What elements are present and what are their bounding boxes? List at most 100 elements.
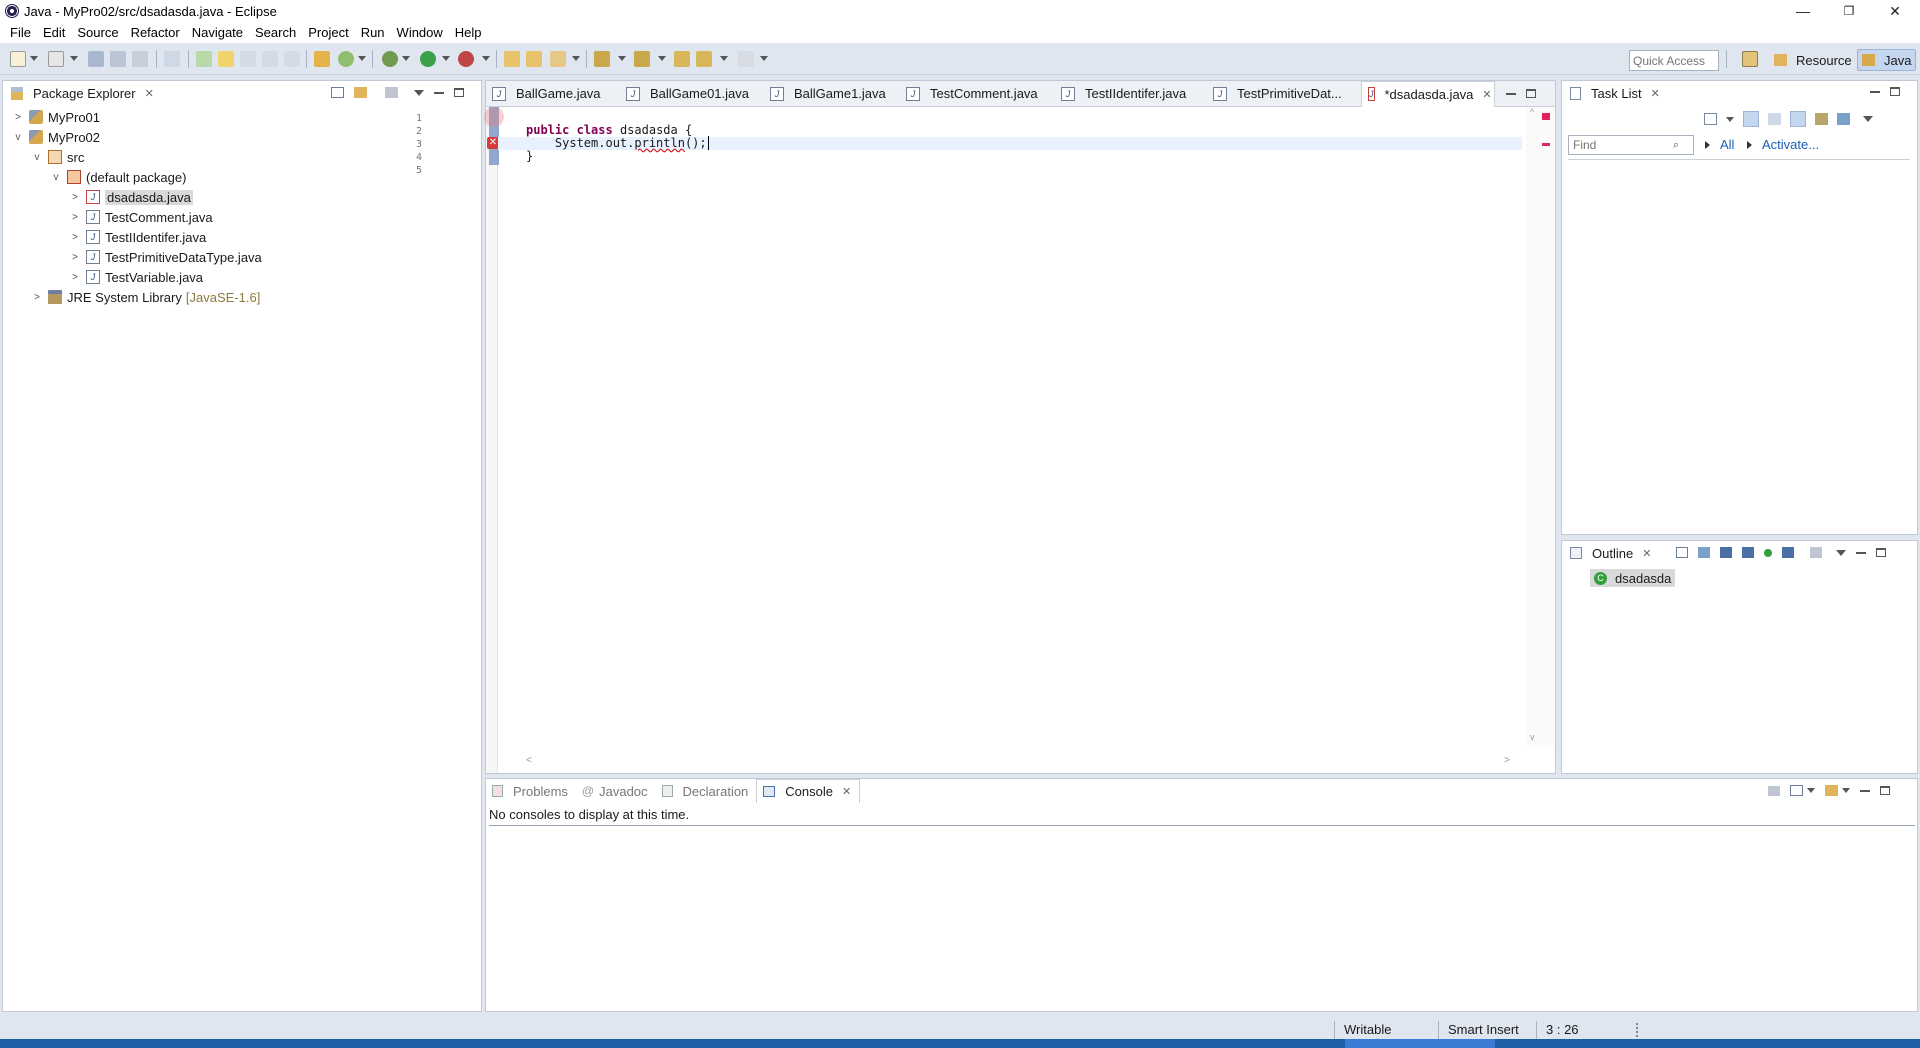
tree-item-jre-system-library[interactable]: > JRE System Library [JavaSE-1.6] — [32, 288, 260, 306]
tab-dsadasda-java[interactable]: J *dsadasda.java ✕ — [1361, 80, 1495, 107]
tab-package-explorer[interactable]: Package Explorer ✕ — [3, 82, 162, 104]
restore-window-button[interactable]: ❐ — [1826, 0, 1872, 22]
menu-navigate[interactable]: Navigate — [186, 25, 249, 40]
close-icon[interactable]: ✕ — [145, 87, 154, 100]
open-task-icon[interactable] — [196, 51, 212, 67]
block-selection-icon[interactable] — [240, 51, 256, 67]
tree-item-testvariable-java[interactable]: > J TestVariable.java — [70, 268, 203, 286]
maximize-icon[interactable] — [1890, 87, 1900, 96]
menu-run[interactable]: Run — [355, 25, 391, 40]
focus-on-task-icon[interactable] — [385, 87, 398, 98]
hide-local-types-icon[interactable] — [1782, 547, 1794, 558]
tab-outline[interactable]: Outline ✕ — [1562, 542, 1659, 564]
find-input[interactable] — [1573, 138, 1673, 152]
all-link[interactable]: All — [1720, 137, 1734, 152]
menu-edit[interactable]: Edit — [37, 25, 71, 40]
error-summary-icon[interactable] — [1542, 113, 1550, 120]
previous-annotation-icon[interactable] — [634, 51, 650, 67]
collapse-icon[interactable]: v — [32, 152, 42, 163]
focus-on-task-icon[interactable] — [1810, 547, 1822, 558]
search-dropdown-icon[interactable] — [572, 56, 580, 61]
run-dropdown-icon[interactable] — [442, 56, 450, 61]
new-class-dropdown-icon[interactable] — [358, 56, 366, 61]
external-tools-dropdown-icon[interactable] — [482, 56, 490, 61]
taskbar-active-item[interactable] — [1345, 1039, 1495, 1048]
hide-completed-icon[interactable] — [1790, 111, 1806, 127]
close-icon[interactable]: ✕ — [842, 785, 851, 798]
tab-console[interactable]: Console ✕ — [756, 779, 861, 803]
tree-item-testiidentifer-java[interactable]: > J TestIIdentifer.java — [70, 228, 206, 246]
skip-breakpoints-icon[interactable] — [164, 51, 180, 67]
close-icon[interactable]: ✕ — [1651, 87, 1660, 100]
collapse-all-tasks-icon[interactable] — [1837, 113, 1850, 125]
open-folder-icon[interactable] — [504, 51, 520, 67]
minimize-icon[interactable] — [434, 91, 444, 94]
new-task-icon[interactable] — [1704, 113, 1717, 125]
expand-icon[interactable]: > — [13, 112, 23, 123]
expand-icon[interactable]: > — [70, 212, 80, 223]
maximize-icon[interactable] — [454, 88, 464, 97]
last-edit-location-icon[interactable] — [674, 51, 690, 67]
open-folder-2-icon[interactable] — [526, 51, 542, 67]
menu-help[interactable]: Help — [449, 25, 488, 40]
tree-item-mypro01[interactable]: > MyPro01 — [13, 108, 100, 126]
view-menu-icon[interactable] — [1836, 549, 1846, 556]
scroll-up-icon[interactable]: ^ — [1530, 107, 1534, 117]
forward-dropdown-icon[interactable] — [760, 56, 768, 61]
sort-icon[interactable] — [1698, 547, 1710, 558]
save-icon[interactable] — [88, 51, 104, 67]
save-all-icon[interactable] — [110, 51, 126, 67]
maximize-icon[interactable] — [1876, 548, 1886, 557]
tab-ballgame01-java[interactable]: J BallGame01.java — [620, 82, 764, 106]
activate-filter[interactable]: Activate... — [1747, 137, 1819, 152]
collapse-all-icon[interactable] — [1676, 547, 1688, 558]
tree-item-mypro02[interactable]: v MyPro02 — [13, 128, 101, 146]
minimize-icon[interactable] — [1856, 551, 1866, 554]
menu-file[interactable]: File — [4, 25, 37, 40]
error-marker-icon[interactable] — [1542, 143, 1550, 146]
hide-non-public-icon[interactable] — [1764, 548, 1772, 557]
back-icon[interactable] — [696, 51, 712, 67]
tab-javadoc[interactable]: @ Javadoc — [576, 780, 656, 802]
code-line-4[interactable]: } — [526, 150, 533, 163]
horizontal-scrollbar[interactable]: < > — [526, 755, 1516, 769]
status-resize-handle[interactable] — [1636, 1023, 1638, 1037]
java-perspective-button[interactable]: Java — [1857, 49, 1917, 71]
tab-ballgame1-java[interactable]: J BallGame1.java — [764, 82, 900, 106]
hide-static-icon[interactable] — [1742, 547, 1754, 558]
maximize-icon[interactable] — [1526, 89, 1536, 98]
menu-window[interactable]: Window — [391, 25, 449, 40]
tab-testprimitivedatatype-java[interactable]: J TestPrimitiveDat... — [1207, 82, 1361, 106]
tab-declaration[interactable]: Declaration — [656, 780, 757, 802]
resource-perspective-button[interactable]: Resource — [1770, 49, 1856, 71]
tab-problems[interactable]: Problems — [486, 780, 576, 802]
minimize-icon[interactable] — [1860, 789, 1870, 792]
collapse-icon[interactable]: v — [13, 132, 23, 143]
view-menu-icon[interactable] — [414, 89, 424, 96]
search-flashlight-icon[interactable] — [550, 51, 566, 67]
debug-dropdown-icon[interactable] — [402, 56, 410, 61]
mark-occurrences-icon[interactable] — [218, 51, 234, 67]
tree-item-src[interactable]: v src — [32, 148, 85, 166]
menu-refactor[interactable]: Refactor — [125, 25, 186, 40]
show-whitespace-icon[interactable] — [284, 51, 300, 67]
menu-project[interactable]: Project — [302, 25, 354, 40]
link-with-editor-icon[interactable] — [354, 87, 367, 98]
close-icon[interactable]: ✕ — [1642, 547, 1651, 560]
tree-item-default-package[interactable]: v (default package) — [51, 168, 187, 186]
synchronize-icon[interactable] — [1815, 113, 1828, 125]
new-task-dropdown-icon[interactable] — [1726, 116, 1734, 122]
expand-icon[interactable]: > — [70, 252, 80, 263]
minimize-icon[interactable] — [1870, 90, 1880, 93]
debug-icon[interactable] — [382, 51, 398, 67]
search-icon[interactable]: ⌕ — [1673, 139, 1679, 152]
print-icon[interactable] — [132, 51, 148, 67]
new-dropdown-icon[interactable] — [30, 56, 38, 61]
categorized-icon[interactable] — [1743, 111, 1759, 127]
collapse-icon[interactable]: v — [51, 172, 61, 183]
tab-testiidentifer-java[interactable]: J TestIIdentifer.java — [1055, 82, 1207, 106]
scroll-left-icon[interactable]: < — [526, 755, 532, 766]
expand-icon[interactable]: > — [70, 232, 80, 243]
collapse-all-icon[interactable] — [331, 87, 344, 98]
view-menu-icon[interactable] — [1863, 116, 1873, 122]
